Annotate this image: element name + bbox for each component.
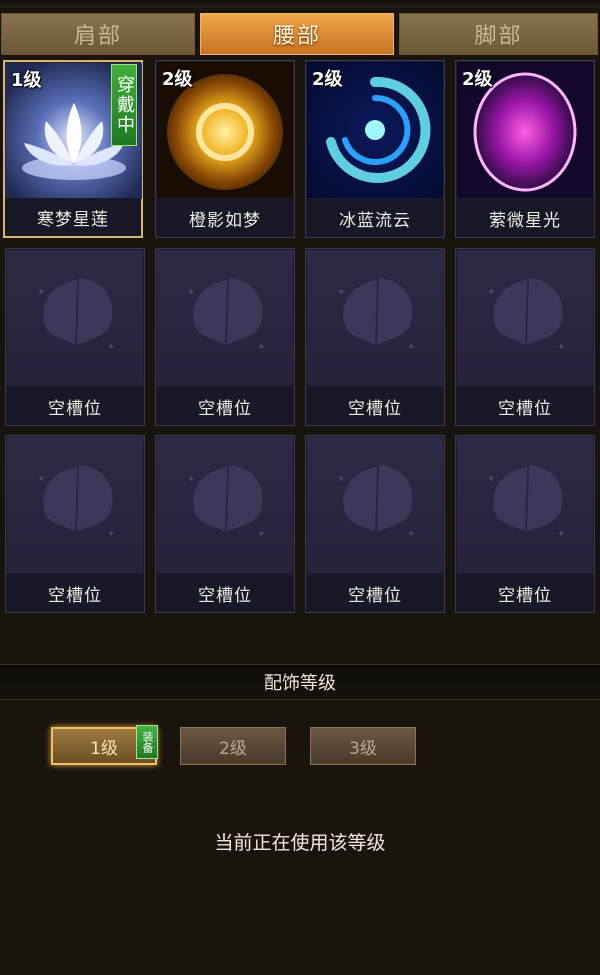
- svg-text:✦: ✦: [107, 529, 115, 540]
- svg-text:✦: ✦: [187, 287, 195, 298]
- tab-waist[interactable]: 腰部: [200, 13, 394, 55]
- butterfly-icon: ✦ ✦: [457, 250, 593, 386]
- empty-slot[interactable]: ✦ ✦ 空槽位: [5, 248, 145, 426]
- empty-slot-label: 空槽位: [306, 574, 444, 612]
- wearing-badge: 穿戴中: [111, 64, 137, 146]
- svg-text:✦: ✦: [37, 287, 45, 298]
- empty-slot[interactable]: ✦ ✦ 空槽位: [455, 435, 595, 613]
- accessory-slot-binglan[interactable]: 2级 冰蓝流云: [305, 60, 445, 238]
- svg-text:✦: ✦: [487, 474, 495, 485]
- accessory-name: 橙影如梦: [156, 199, 294, 237]
- accessory-name: 冰蓝流云: [306, 199, 444, 237]
- level-badge: 2级: [462, 69, 493, 90]
- butterfly-icon: ✦ ✦: [457, 437, 593, 573]
- svg-text:✦: ✦: [257, 529, 265, 540]
- svg-text:✦: ✦: [407, 342, 415, 353]
- butterfly-icon: ✦ ✦: [307, 250, 443, 386]
- svg-text:✦: ✦: [337, 474, 345, 485]
- equipped-tag: 装备: [136, 725, 158, 759]
- top-frame: [0, 0, 600, 8]
- empty-slot-label: 空槽位: [156, 574, 294, 612]
- accessory-name: 萦微星光: [456, 199, 594, 237]
- empty-slot[interactable]: ✦ ✦ 空槽位: [155, 435, 295, 613]
- accessory-name: 寒梦星莲: [5, 198, 141, 236]
- svg-text:✦: ✦: [257, 342, 265, 353]
- empty-slot-label: 空槽位: [456, 387, 594, 425]
- butterfly-icon: ✦ ✦: [157, 437, 293, 573]
- accessory-slot-hanmeng[interactable]: 1级 穿戴中 寒梦星莲: [3, 60, 143, 238]
- empty-slot-label: 空槽位: [306, 387, 444, 425]
- category-tabs: 肩部 腰部 脚部: [0, 13, 600, 57]
- svg-text:✦: ✦: [407, 529, 415, 540]
- empty-slot[interactable]: ✦ ✦ 空槽位: [305, 248, 445, 426]
- accessory-slot-chengying[interactable]: 2级 橙影如梦: [155, 60, 295, 238]
- level-badge: 2级: [312, 69, 343, 90]
- tab-shoulder[interactable]: 肩部: [1, 13, 195, 55]
- status-text: 当前正在使用该等级: [214, 832, 386, 854]
- svg-text:✦: ✦: [487, 287, 495, 298]
- empty-slot-label: 空槽位: [6, 574, 144, 612]
- svg-text:✦: ✦: [337, 287, 345, 298]
- empty-slot-label: 空槽位: [456, 574, 594, 612]
- empty-slot[interactable]: ✦ ✦ 空槽位: [455, 248, 595, 426]
- tab-feet[interactable]: 脚部: [399, 13, 598, 55]
- svg-text:✦: ✦: [557, 342, 565, 353]
- level-section-title: 配饰等级: [0, 664, 600, 700]
- svg-text:✦: ✦: [107, 342, 115, 353]
- butterfly-icon: ✦ ✦: [7, 437, 143, 573]
- empty-slot[interactable]: ✦ ✦ 空槽位: [305, 435, 445, 613]
- butterfly-icon: ✦ ✦: [157, 250, 293, 386]
- level-3-button[interactable]: 3级: [310, 727, 416, 765]
- level-badge: 1级: [11, 70, 42, 91]
- level-2-button[interactable]: 2级: [180, 727, 286, 765]
- empty-slot[interactable]: ✦ ✦ 空槽位: [5, 435, 145, 613]
- accessory-slot-yingwei[interactable]: 2级 萦微星光: [455, 60, 595, 238]
- butterfly-icon: ✦ ✦: [307, 437, 443, 573]
- empty-slot-label: 空槽位: [6, 387, 144, 425]
- svg-text:✦: ✦: [557, 529, 565, 540]
- empty-slot-label: 空槽位: [156, 387, 294, 425]
- svg-text:✦: ✦: [37, 474, 45, 485]
- svg-text:✦: ✦: [187, 474, 195, 485]
- empty-slot[interactable]: ✦ ✦ 空槽位: [155, 248, 295, 426]
- butterfly-icon: ✦ ✦: [7, 250, 143, 386]
- level-badge: 2级: [162, 69, 193, 90]
